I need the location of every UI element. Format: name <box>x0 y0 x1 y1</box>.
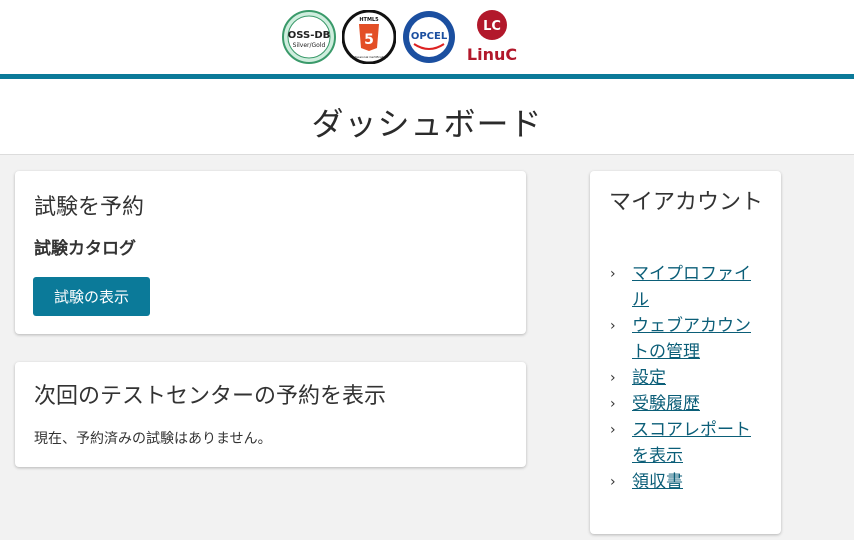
chevron-right-icon: › <box>610 370 616 386</box>
list-item: › 受験履歴 <box>610 391 775 417</box>
list-item: › ウェブアカウントの管理 <box>610 313 775 365</box>
reserve-exam-card: 試験を予約 試験カタログ 試験の表示 <box>15 171 526 334</box>
no-reservation-message: 現在、予約済みの試験はありません。 <box>34 431 272 447</box>
my-profile-link[interactable]: マイプロファイル <box>632 261 758 313</box>
my-account-card: マイアカウント › マイプロファイル › ウェブアカウントの管理 › 設定 › … <box>590 171 781 534</box>
chevron-right-icon: › <box>610 474 616 490</box>
list-item: › 設定 <box>610 365 775 391</box>
settings-link[interactable]: 設定 <box>632 365 758 391</box>
next-card-title: 次回のテストセンターの予約を表示 <box>34 384 387 409</box>
svg-text:Professional Certification: Professional Certification <box>350 55 387 59</box>
reserve-card-title: 試験を予約 <box>34 195 145 220</box>
svg-text:5: 5 <box>364 32 374 48</box>
next-appointment-card: 次回のテストセンターの予約を表示 現在、予約済みの試験はありません。 <box>15 362 526 467</box>
svg-text:OSS-DB: OSS-DB <box>288 30 331 41</box>
svg-text:OPCEL: OPCEL <box>411 31 448 42</box>
logo-header: OSS-DB Silver/Gold 5 HTML5 Professional … <box>0 0 854 79</box>
chevron-right-icon: › <box>610 266 616 282</box>
svg-text:HTML5: HTML5 <box>359 17 379 23</box>
view-exams-button[interactable]: 試験の表示 <box>33 277 150 316</box>
list-item: › 領収書 <box>610 469 775 495</box>
linuc-logo: LC LinuC <box>467 10 517 64</box>
web-account-link[interactable]: ウェブアカウントの管理 <box>632 313 758 365</box>
ossdb-logo: OSS-DB Silver/Gold <box>282 10 336 64</box>
svg-text:LinuC: LinuC <box>467 45 517 64</box>
exam-history-link[interactable]: 受験履歴 <box>632 391 758 417</box>
svg-text:Silver/Gold: Silver/Gold <box>293 42 326 49</box>
chevron-right-icon: › <box>610 396 616 412</box>
svg-text:LC: LC <box>483 19 501 34</box>
exam-catalog-label: 試験カタログ <box>34 239 136 259</box>
score-report-link[interactable]: スコアレポートを表示 <box>632 417 758 469</box>
account-card-title: マイアカウント <box>609 190 764 215</box>
account-links: › マイプロファイル › ウェブアカウントの管理 › 設定 › 受験履歴 › ス… <box>610 261 775 495</box>
chevron-right-icon: › <box>610 422 616 438</box>
title-bar: ダッシュボード <box>0 79 854 155</box>
opcel-logo: OPCEL <box>403 11 455 63</box>
page-title: ダッシュボード <box>311 105 543 143</box>
chevron-right-icon: › <box>610 318 616 334</box>
receipt-link[interactable]: 領収書 <box>632 469 758 495</box>
certification-logos: OSS-DB Silver/Gold 5 HTML5 Professional … <box>282 8 522 66</box>
html5-logo: 5 HTML5 Professional Certification <box>342 10 396 64</box>
list-item: › マイプロファイル <box>610 261 775 313</box>
list-item: › スコアレポートを表示 <box>610 417 775 469</box>
